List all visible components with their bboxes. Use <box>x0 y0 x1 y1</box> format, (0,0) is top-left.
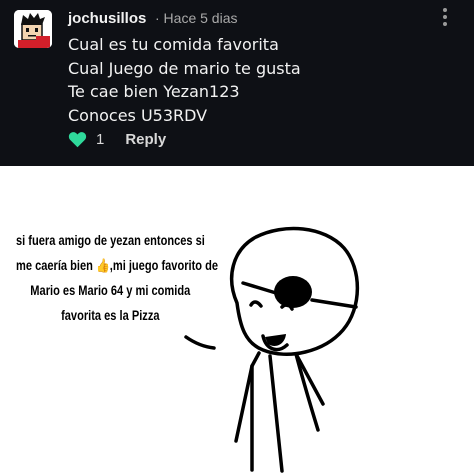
speech-line: Mario es Mario 64 y mi comida <box>30 283 191 298</box>
heart-icon[interactable] <box>68 131 87 148</box>
speech-line: si fuera amigo de yezan entonces si <box>16 233 205 248</box>
comment-line: Conoces U53RDV <box>68 105 208 125</box>
comment-line: Cual Juego de mario te gusta <box>68 58 301 78</box>
like-count: 1 <box>96 130 105 148</box>
speech-line: me caería bien 👍,mi juego favorito de <box>16 258 219 273</box>
more-vertical-icon[interactable] <box>440 8 450 32</box>
comment-username[interactable]: jochusillos <box>68 10 146 27</box>
reply-button[interactable]: Reply <box>125 131 166 148</box>
comic-panel: si fuera amigo de yezan entonces si me c… <box>0 166 474 474</box>
comment-timestamp: · Hace 5 dias <box>155 10 238 26</box>
comment-card: jochusillos · Hace 5 dias Cual es tu com… <box>0 0 474 166</box>
comment-line: Te cae bien Yezan123 <box>68 82 240 101</box>
speech-text: si fuera amigo de yezan entonces si me c… <box>16 228 219 328</box>
comment-actions: 1 Reply <box>68 128 166 150</box>
comment-line: Cual es tu comida favorita <box>68 35 279 54</box>
avatar-image <box>14 10 52 48</box>
user-avatar[interactable] <box>14 10 52 48</box>
comment-body: Cual es tu comida favorita Cual Juego de… <box>68 33 458 127</box>
speech-line: favorita es la Pizza <box>61 308 160 323</box>
